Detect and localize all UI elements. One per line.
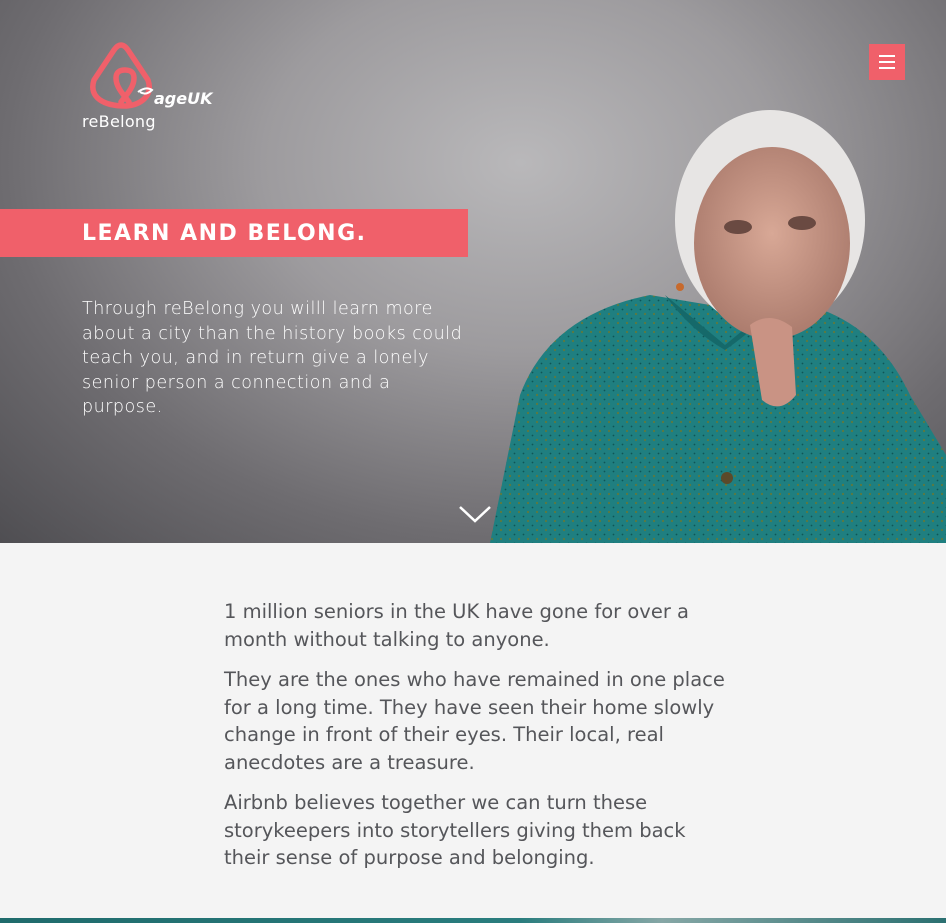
main-content: 1 million seniors in the UK have gone fo… [224, 598, 734, 885]
hero-intro-text: Through reBelong you willl learn more ab… [82, 299, 463, 417]
brand-name: reBelong [82, 112, 156, 131]
menu-button[interactable] [869, 44, 905, 80]
hamburger-icon-line [879, 67, 895, 69]
ageuk-wordmark: ageUK [154, 89, 214, 108]
hamburger-icon-line [879, 61, 895, 63]
chevron-down-icon[interactable] [458, 503, 492, 525]
content-paragraph: 1 million seniors in the UK have gone fo… [224, 600, 689, 651]
next-section-edge [0, 918, 946, 923]
content-paragraph: They are the ones who have remained in o… [224, 668, 725, 774]
hero-section: ageUK reBelong LEARN AND BELONG. Through… [0, 0, 946, 543]
hero-headline: LEARN AND BELONG. [82, 221, 367, 246]
senior-woman-photo [490, 110, 946, 543]
airbnb-belo-icon: ageUK [90, 42, 214, 109]
hamburger-icon-line [879, 55, 895, 57]
content-paragraph: Airbnb believes together we can turn the… [224, 791, 686, 869]
